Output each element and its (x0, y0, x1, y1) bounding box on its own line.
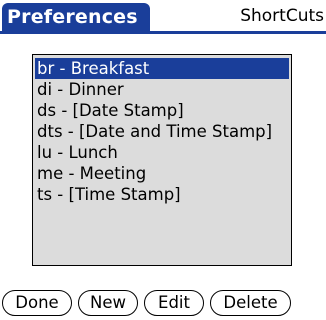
title-bar: Preferences ShortCuts (0, 0, 326, 34)
button-bar: Done New Edit Delete (0, 290, 326, 318)
list-item[interactable]: me - Meeting (35, 163, 289, 184)
preference-category-selector[interactable]: ShortCuts (240, 4, 324, 28)
delete-button[interactable]: Delete (210, 290, 291, 316)
edit-button[interactable]: Edit (144, 290, 204, 316)
form-title: Preferences (2, 3, 150, 32)
list-item[interactable]: di - Dinner (35, 79, 289, 100)
list-item[interactable]: ts - [Time Stamp] (35, 184, 289, 205)
list-item[interactable]: br - Breakfast (35, 58, 289, 79)
list-item[interactable]: lu - Lunch (35, 142, 289, 163)
done-button[interactable]: Done (2, 290, 72, 316)
list-item[interactable]: dts - [Date and Time Stamp] (35, 121, 289, 142)
title-underline (0, 31, 326, 34)
new-button[interactable]: New (78, 290, 138, 316)
preferences-screen: Preferences ShortCuts br - Breakfast di … (0, 0, 326, 320)
shortcut-list[interactable]: br - Breakfast di - Dinner ds - [Date St… (32, 54, 292, 266)
list-item[interactable]: ds - [Date Stamp] (35, 100, 289, 121)
